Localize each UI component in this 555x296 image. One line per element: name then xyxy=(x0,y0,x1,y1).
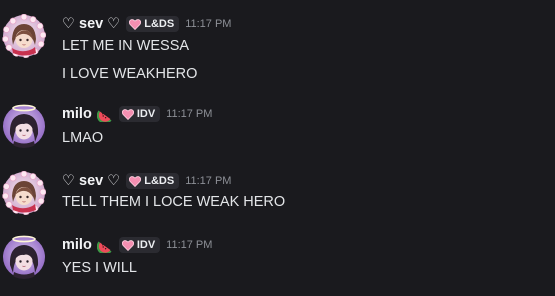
timestamp[interactable]: 11:17 PM xyxy=(166,108,212,120)
avatar[interactable] xyxy=(2,104,46,148)
heart-icon xyxy=(121,108,134,120)
server-tag[interactable]: IDV xyxy=(118,237,161,253)
message-text: YES I WILL xyxy=(62,260,137,276)
username[interactable]: milo xyxy=(62,237,92,253)
avatar[interactable] xyxy=(2,171,46,215)
server-tag-label: IDV xyxy=(136,239,156,251)
message-header: ♡ sev ♡ L&DS 11:17 PM xyxy=(62,14,231,34)
heart-icon xyxy=(129,175,142,187)
avatar[interactable] xyxy=(2,235,46,279)
timestamp[interactable]: 11:17 PM xyxy=(185,18,231,30)
username[interactable]: milo xyxy=(62,106,92,122)
message-text: TELL THEM I LOCE WEAK HERO xyxy=(62,194,286,210)
message-header: ♡ sev ♡ L&DS 11:17 PM xyxy=(62,171,231,191)
avatar[interactable] xyxy=(2,14,46,58)
message-text: I LOVE WEAKHERO xyxy=(62,66,198,82)
username[interactable]: ♡ sev ♡ xyxy=(62,173,120,189)
server-tag[interactable]: L&DS xyxy=(126,16,180,32)
server-tag-label: IDV xyxy=(136,108,156,120)
message-header: milo IDV 11:17 PM xyxy=(62,104,212,124)
heart-icon xyxy=(129,18,142,30)
watermelon-icon xyxy=(96,241,112,253)
timestamp[interactable]: 11:17 PM xyxy=(185,175,231,187)
username[interactable]: ♡ sev ♡ xyxy=(62,16,120,32)
timestamp[interactable]: 11:17 PM xyxy=(166,239,212,251)
message-text: LMAO xyxy=(62,130,104,146)
server-tag[interactable]: L&DS xyxy=(126,173,180,189)
server-tag-label: L&DS xyxy=(144,18,175,30)
heart-icon xyxy=(121,239,134,251)
message-header: milo IDV 11:17 PM xyxy=(62,235,212,255)
chat-log: ♡ sev ♡ L&DS 11:17 PM LET ME IN WESSA I … xyxy=(0,0,555,296)
message-text: LET ME IN WESSA xyxy=(62,38,190,54)
server-tag[interactable]: IDV xyxy=(118,106,161,122)
server-tag-label: L&DS xyxy=(144,175,175,187)
watermelon-icon xyxy=(96,110,112,122)
